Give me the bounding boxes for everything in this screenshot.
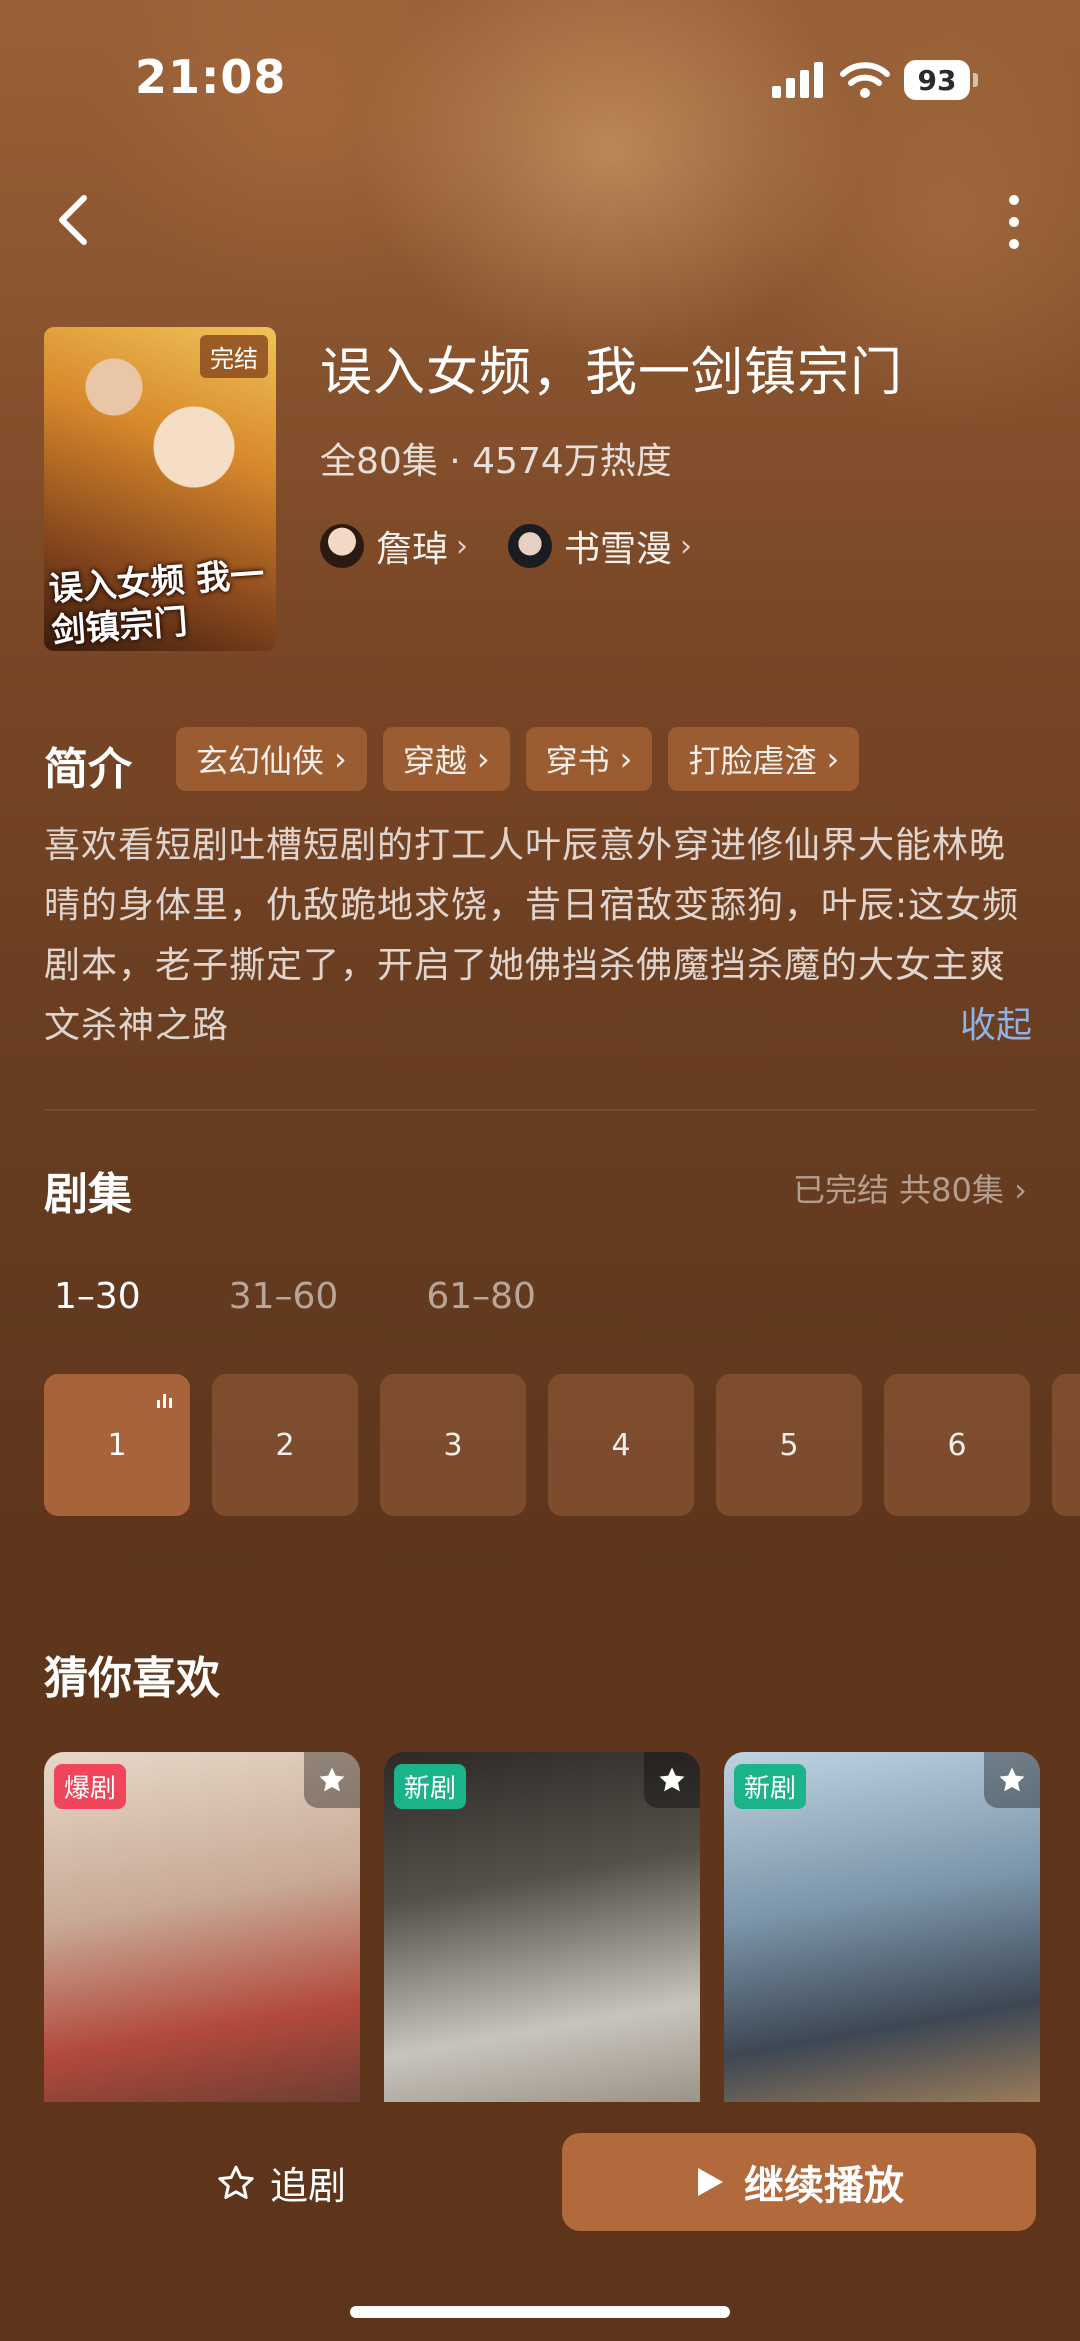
episode-button[interactable]: 2 [212,1374,358,1516]
episode-button[interactable]: 1 [44,1374,190,1516]
battery-indicator: 93 [904,60,978,100]
episodes-heading: 剧集 [44,1169,132,1220]
star-icon[interactable] [644,1752,700,1808]
episode-number: 3 [443,1427,463,1463]
continue-play-button[interactable]: 继续播放 [562,2133,1036,2231]
show-title: 误入女频，我一剑镇宗门 [320,343,904,403]
star-icon[interactable] [304,1752,360,1808]
recommendation-list: 爆剧 新剧 新剧 [44,1752,1040,2132]
synopsis-text: 喜欢看短剧吐槽短剧的打工人叶辰意外穿进修仙界大能林晚晴的身体里，仇敌跪地求饶，昔… [44,825,1020,1046]
tag-label: 穿越 [402,742,467,780]
chevron-right-icon: › [1014,1171,1027,1209]
star-outline-icon [218,2165,254,2199]
divider [44,1109,1036,1111]
star-icon[interactable] [984,1752,1040,1808]
avatar [320,524,364,568]
genre-tag[interactable]: 穿书 › [525,727,653,791]
episode-button[interactable]: 3 [380,1374,526,1516]
episode-range-tabs: 1–30 31–60 61–80 [54,1276,536,1317]
cast-name: 书雪漫 [564,529,673,570]
synopsis-heading: 简介 [44,744,132,795]
recommendation-card[interactable]: 新剧 [384,1752,700,2132]
episode-button[interactable]: 5 [716,1374,862,1516]
chevron-right-icon: › [619,740,633,778]
chevron-right-icon: › [334,740,347,778]
hot-badge: 爆剧 [54,1764,127,1809]
episode-button[interactable]: 6 [884,1374,1030,1516]
episode-grid: 1 2 3 4 5 6 [44,1374,1080,1516]
episodes-status: 已完结 共80集 [793,1171,1004,1209]
recommendation-card[interactable]: 爆剧 [44,1752,360,2132]
tab-range-1[interactable]: 1–30 [54,1276,141,1317]
home-indicator [350,2306,730,2318]
show-poster[interactable]: 完结 误入女频 我一剑镇宗门 [44,327,276,651]
genre-tag[interactable]: 玄幻仙侠 › [176,727,367,791]
tab-range-3[interactable]: 61–80 [426,1276,536,1317]
back-button[interactable] [48,188,104,252]
more-options-button[interactable] [1000,190,1028,254]
episode-number: 5 [779,1427,799,1463]
episode-button[interactable]: 4 [548,1374,694,1516]
episodes-status-link[interactable]: 已完结 共80集 › [793,1165,1027,1211]
show-meta: 全80集 · 4574万热度 [320,441,672,482]
cast-name: 詹琸 [376,529,449,570]
episode-number: 4 [611,1427,631,1463]
cast-item[interactable]: 詹琸 › [320,520,468,572]
new-badge: 新剧 [394,1764,467,1809]
cast-item[interactable]: 书雪漫 › [508,520,692,572]
genre-tag[interactable]: 打脸虐渣 › [668,727,860,791]
status-time: 21:08 [135,50,287,104]
play-label: 继续播放 [744,2163,904,2209]
chevron-right-icon: › [476,740,490,778]
episode-button[interactable] [1052,1374,1080,1516]
wifi-icon [840,62,890,98]
episode-number: 2 [275,1427,295,1463]
chevron-right-icon: › [680,528,693,564]
play-icon [698,2168,723,2196]
more-vertical-icon [1009,195,1019,249]
avatar [508,524,553,568]
now-playing-icon [157,1394,172,1408]
chevron-right-icon: › [456,528,469,564]
genre-tag[interactable]: 穿越 › [382,727,510,791]
episode-number: 6 [947,1427,967,1463]
cellular-signal-icon [772,62,823,98]
new-badge: 新剧 [734,1764,807,1809]
chevron-left-icon [59,195,87,245]
poster-title-art: 误入女频 我一剑镇宗门 [47,554,266,651]
collapse-link[interactable]: 收起 [960,996,1032,1048]
cast-list: 詹琸 › 书雪漫 › [320,520,692,572]
chevron-right-icon: › [826,740,840,778]
tag-label: 玄幻仙侠 [196,742,325,780]
tag-label: 打脸虐渣 [688,742,817,780]
completed-badge: 完结 [200,335,268,378]
tag-label: 穿书 [545,742,610,780]
recommendation-card[interactable]: 新剧 [724,1752,1040,2132]
follow-button[interactable]: 追剧 [216,2155,346,2210]
episode-number: 1 [107,1427,127,1463]
tab-range-2[interactable]: 31–60 [229,1276,339,1317]
recommendations-heading: 猜你喜欢 [44,1653,220,1704]
genre-tags: 玄幻仙侠 › 穿越 › 穿书 › 打脸虐渣 › [176,727,860,791]
follow-label: 追剧 [270,2164,347,2208]
status-icons: 93 [772,58,992,102]
